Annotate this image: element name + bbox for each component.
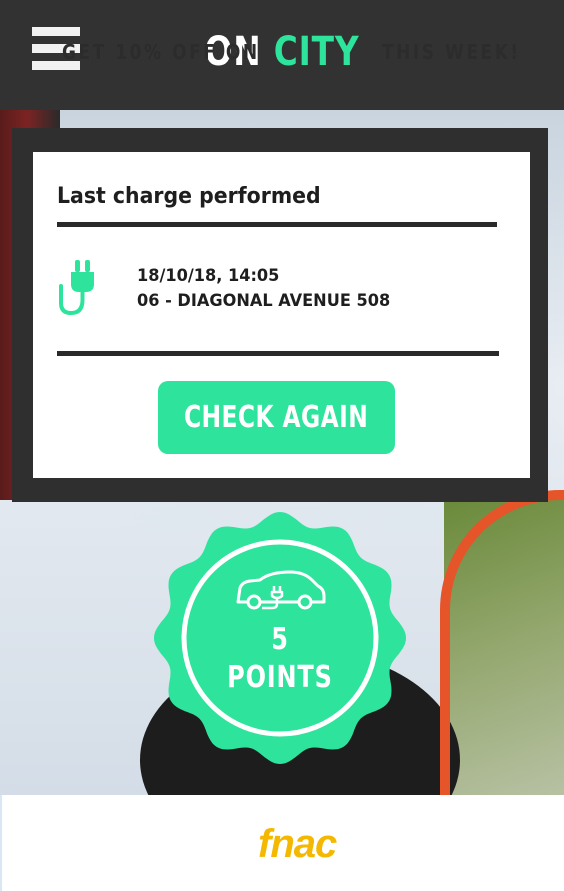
- charge-datetime: 18/10/18, 14:05: [137, 266, 280, 286]
- promo-text-after: THIS WEEK!: [382, 40, 521, 64]
- points-label: POINTS: [227, 660, 333, 695]
- points-value: 5: [271, 622, 289, 657]
- divider: [57, 222, 497, 227]
- plug-icon: [59, 260, 94, 316]
- divider: [57, 351, 499, 356]
- check-again-button[interactable]: CHECK AGAIN: [158, 381, 395, 454]
- check-again-label: CHECK AGAIN: [184, 400, 369, 435]
- card-title: Last charge performed: [57, 184, 321, 209]
- charge-location: 06 - DIAGONAL AVENUE 508: [137, 291, 391, 311]
- last-charge-card: Last charge performed 18/10/18, 14:05 06…: [33, 152, 530, 478]
- promo-text-before: GET 10% OFF ON: [62, 40, 260, 64]
- fnac-logo: fnac: [258, 822, 337, 866]
